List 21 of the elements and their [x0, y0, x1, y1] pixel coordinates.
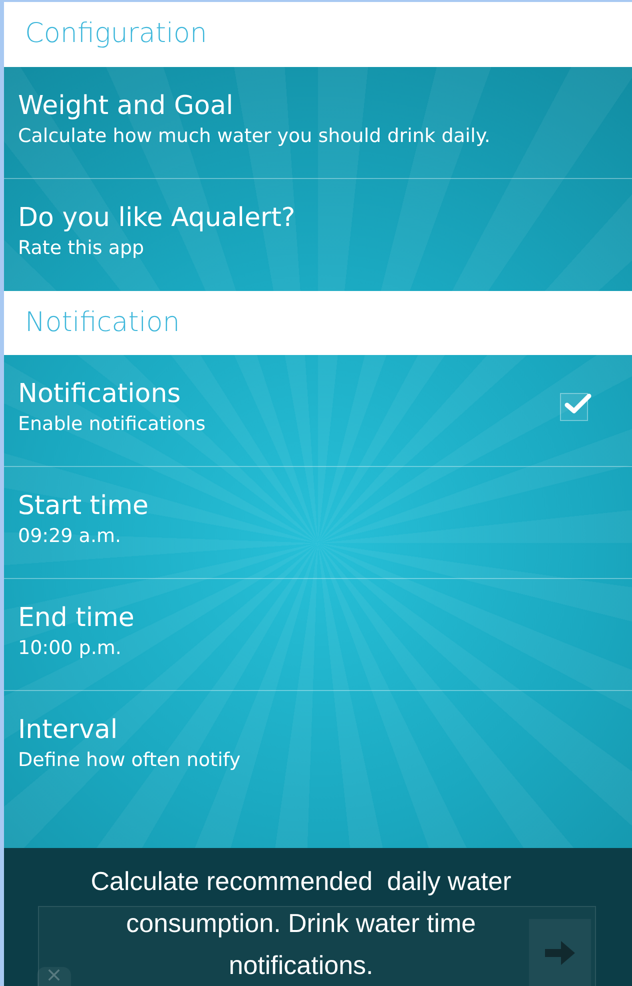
- item-title: Do you like Aqualert?: [18, 202, 296, 235]
- settings-item[interactable]: End time 10:00 p.m.: [4, 579, 632, 691]
- item-title: Notifications: [18, 378, 182, 411]
- section-header: Configuration: [4, 2, 632, 67]
- item-subtitle: 09:29 a.m.: [18, 524, 122, 549]
- item-subtitle: 10:00 p.m.: [18, 636, 122, 661]
- item-subtitle: Enable notifications: [18, 412, 206, 437]
- item-title: Weight and Goal: [18, 90, 234, 123]
- settings-item[interactable]: Start time 09:29 a.m.: [4, 467, 632, 579]
- settings-item[interactable]: Do you like Aqualert? Rate this app: [4, 179, 632, 291]
- item-subtitle: Calculate how much water you should drink daily.: [18, 124, 490, 149]
- item-title: Interval: [18, 714, 119, 747]
- section-header: Notification: [4, 291, 632, 355]
- item-subtitle: Define how often notify: [18, 748, 240, 773]
- settings-item[interactable]: Weight and Goal Calculate how much water you should drink daily.: [4, 67, 632, 179]
- caption-text: Calculate recommended daily water consumption. Drink water time notifications.: [90, 865, 512, 982]
- item-subtitle: Rate this app: [18, 236, 146, 261]
- settings-item[interactable]: Interval Define how often notify: [4, 691, 632, 803]
- item-title: End time: [18, 602, 134, 635]
- item-title: Start time: [18, 490, 149, 523]
- settings-item[interactable]: Notifications Enable notifications: [4, 355, 632, 467]
